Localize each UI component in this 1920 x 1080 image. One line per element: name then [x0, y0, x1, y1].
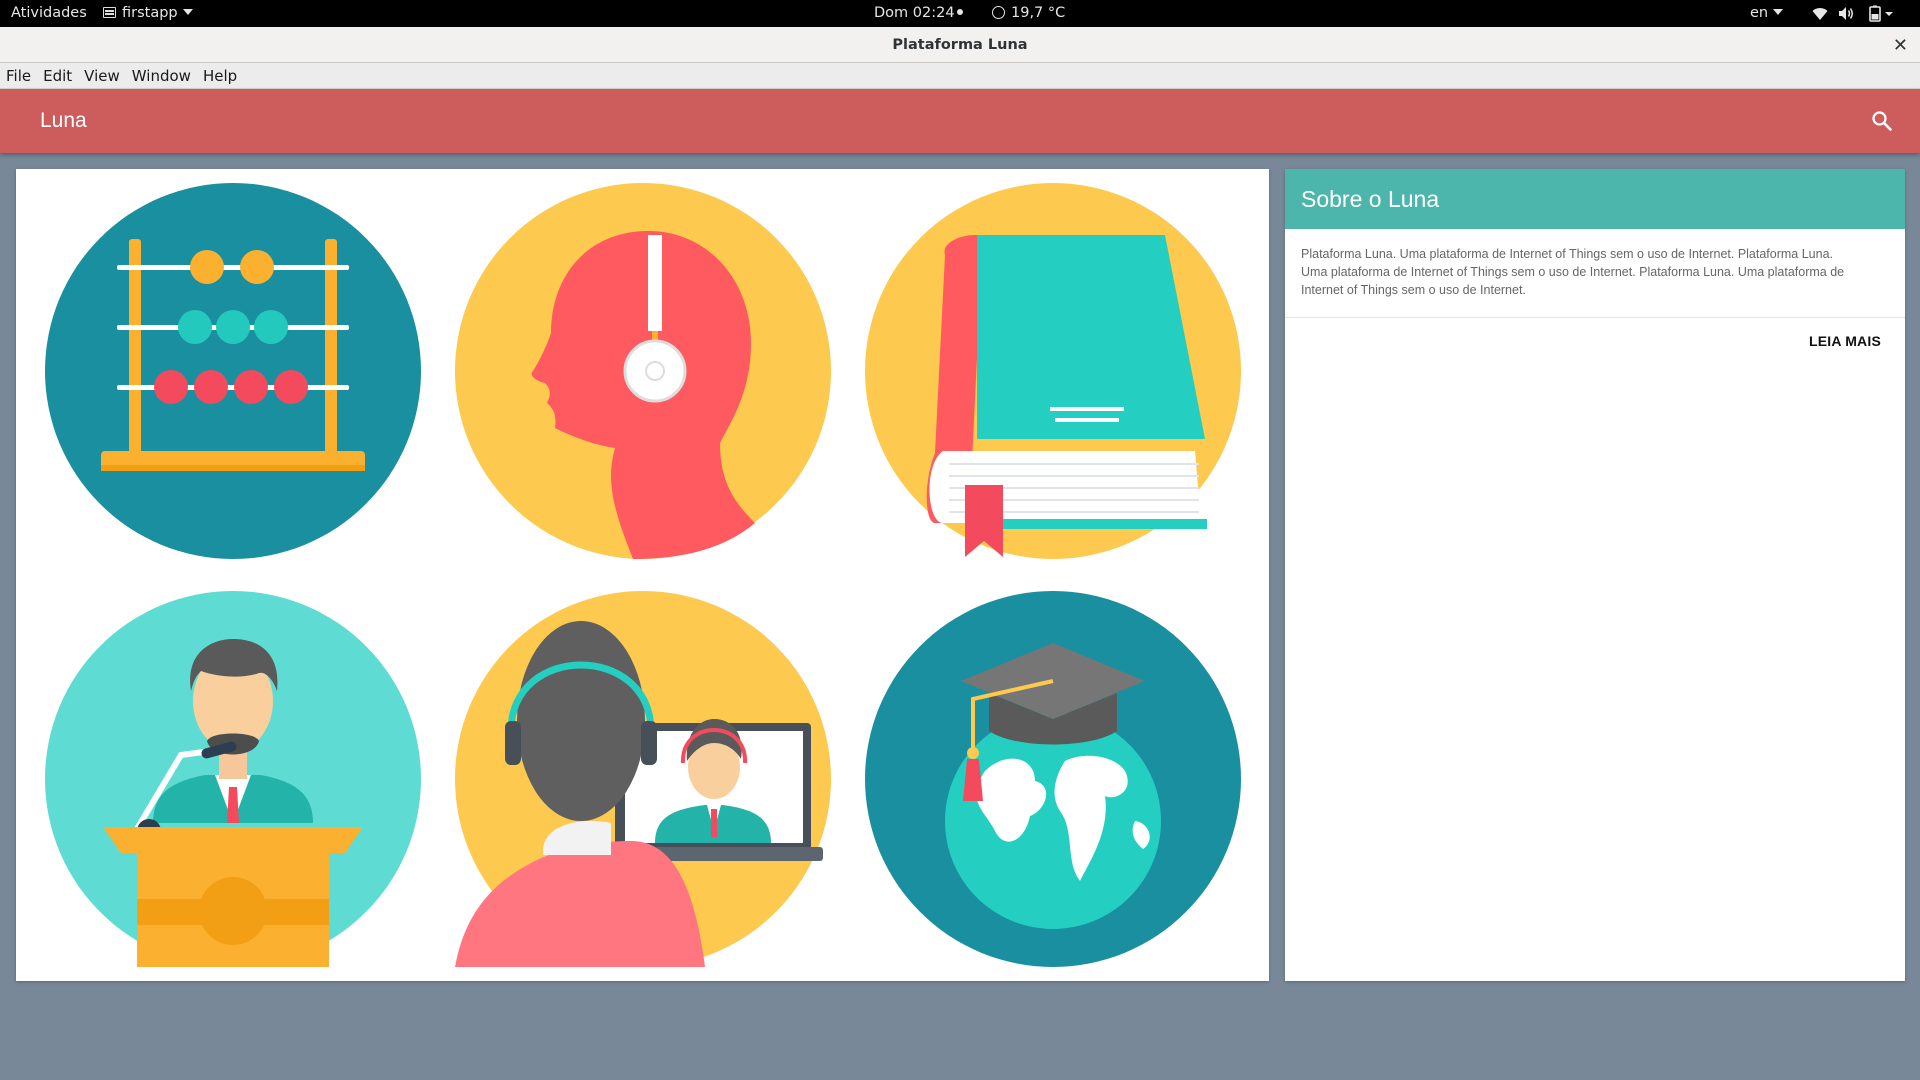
app-bar: Luna	[0, 89, 1920, 153]
app-menu-button[interactable]: firstapp	[103, 0, 193, 27]
menu-window[interactable]: Window	[132, 63, 191, 89]
book-icon	[865, 183, 1241, 559]
weather-label: 19,7 °C	[1011, 5, 1066, 21]
power-icon[interactable]	[1868, 5, 1896, 22]
graduation-globe-icon	[865, 591, 1241, 967]
window-title-bar[interactable]: Plataforma Luna ✕	[0, 27, 1920, 63]
menu-view[interactable]: View	[84, 63, 120, 89]
menu-edit[interactable]: Edit	[43, 63, 72, 89]
search-icon[interactable]	[1870, 109, 1894, 133]
head-headphones-icon	[455, 183, 831, 559]
system-top-bar: Atividades firstapp Dom 02:24 19,7 °C en	[0, 0, 1920, 27]
chevron-down-icon	[1773, 9, 1784, 15]
app-brand[interactable]: Luna	[40, 89, 87, 153]
language-label: en	[1750, 5, 1769, 21]
abacus-icon	[45, 183, 421, 559]
wifi-icon[interactable]	[1812, 6, 1828, 21]
activities-button[interactable]: Atividades	[11, 0, 87, 27]
language-selector[interactable]: en	[1750, 0, 1784, 27]
about-card: Sobre o Luna Plataforma Luna. Uma plataf…	[1285, 169, 1905, 981]
app-menu-label: firstapp	[122, 5, 178, 21]
weather-indicator[interactable]: 19,7 °C	[992, 0, 1065, 27]
chevron-down-icon	[182, 9, 193, 15]
notification-dot-icon	[956, 9, 963, 15]
read-more-button[interactable]: LEIA MAIS	[1809, 333, 1881, 349]
clock-label: Dom 02:24	[874, 5, 955, 21]
app-window-icon	[103, 7, 116, 18]
video-call-icon	[455, 591, 831, 967]
weather-icon	[992, 6, 1005, 19]
illustration-card	[16, 169, 1269, 981]
menu-bar: File Edit View Window Help	[0, 63, 1920, 89]
menu-help[interactable]: Help	[203, 63, 237, 89]
about-card-title: Sobre o Luna	[1285, 169, 1905, 229]
close-icon[interactable]: ✕	[1893, 27, 1908, 63]
clock-button[interactable]: Dom 02:24	[874, 0, 963, 27]
window-title: Plataforma Luna	[892, 37, 1028, 53]
about-card-body: Plataforma Luna. Uma plataforma de Inter…	[1285, 229, 1905, 318]
volume-icon[interactable]	[1838, 6, 1855, 21]
speaker-podium-icon	[45, 591, 421, 967]
menu-file[interactable]: File	[6, 63, 31, 89]
